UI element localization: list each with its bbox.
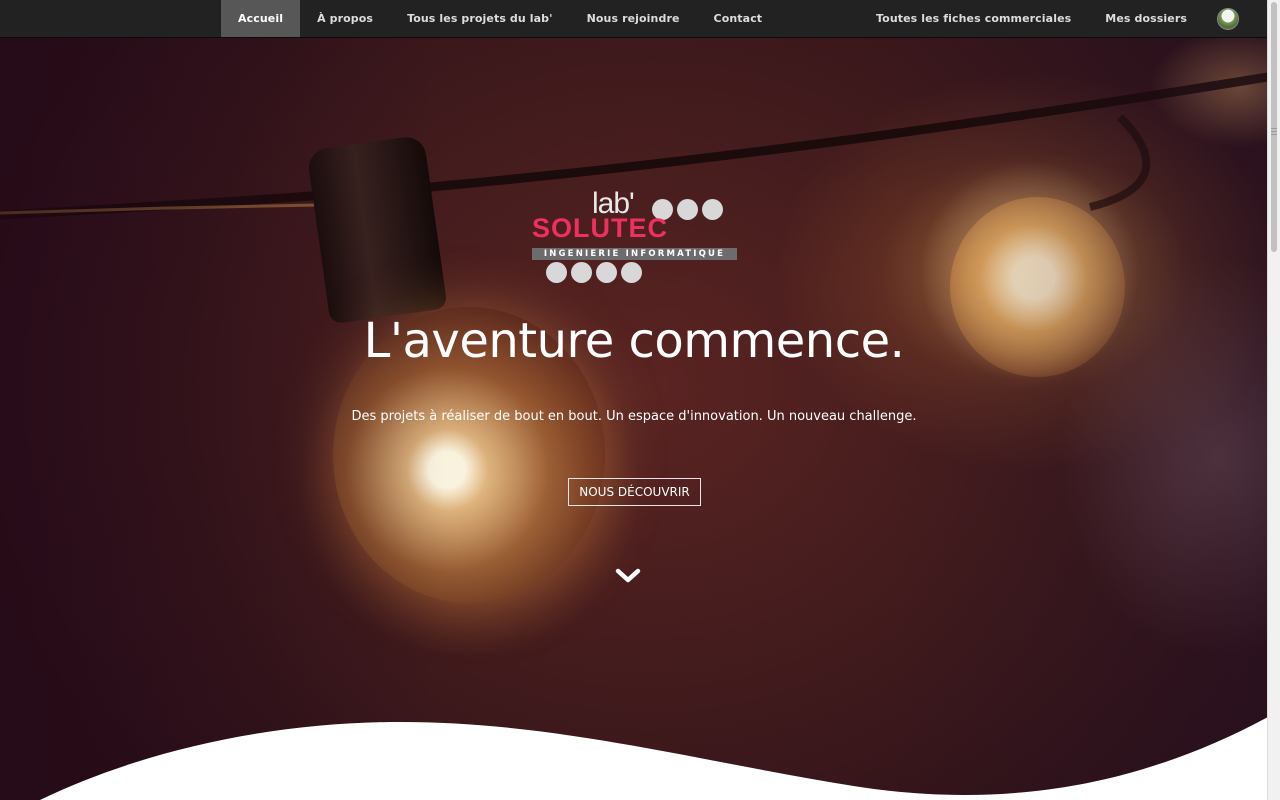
lab-solutec-logo: lab' SOLUTEC INGENIERIE INFORMATIQUE	[530, 187, 740, 289]
nav-item-contact[interactable]: Contact	[697, 0, 780, 37]
hero-title: L'aventure commence.	[363, 313, 905, 369]
nav-item-mes-dossiers[interactable]: Mes dossiers	[1088, 0, 1204, 37]
chevron-down-icon[interactable]	[615, 568, 641, 584]
nav-right-menu: Toutes les fiches commerciales Mes dossi…	[859, 0, 1268, 37]
hero-subtitle: Des projets à réaliser de bout en bout. …	[351, 409, 917, 424]
logo-tagline: INGENIERIE INFORMATIQUE	[532, 248, 737, 260]
nav-item-nous-rejoindre[interactable]: Nous rejoindre	[570, 0, 697, 37]
nav-left-menu: Accueil À propos Tous les projets du lab…	[221, 0, 779, 37]
scrollbar-grip-icon	[1271, 134, 1277, 135]
hero-section: lab' SOLUTEC INGENIERIE INFORMATIQUE L'a…	[0, 37, 1268, 800]
hero-bottom-wave	[0, 717, 1268, 800]
user-avatar-icon[interactable]	[1217, 7, 1239, 30]
scrollbar-grip-icon	[1271, 131, 1277, 132]
top-navbar: Accueil À propos Tous les projets du lab…	[0, 0, 1268, 38]
discover-button[interactable]: NOUS DÉCOUVRIR	[568, 478, 701, 506]
nav-item-projets[interactable]: Tous les projets du lab'	[390, 0, 570, 37]
scrollbar-thumb[interactable]	[1271, 2, 1277, 252]
nav-item-accueil[interactable]: Accueil	[221, 0, 301, 37]
scrollbar-grip-icon	[1271, 128, 1277, 129]
nav-item-a-propos[interactable]: À propos	[300, 0, 390, 37]
vertical-scrollbar[interactable]	[1267, 0, 1280, 800]
logo-brand-text: SOLUTEC	[532, 213, 669, 243]
nav-item-fiches-commerciales[interactable]: Toutes les fiches commerciales	[859, 0, 1088, 37]
